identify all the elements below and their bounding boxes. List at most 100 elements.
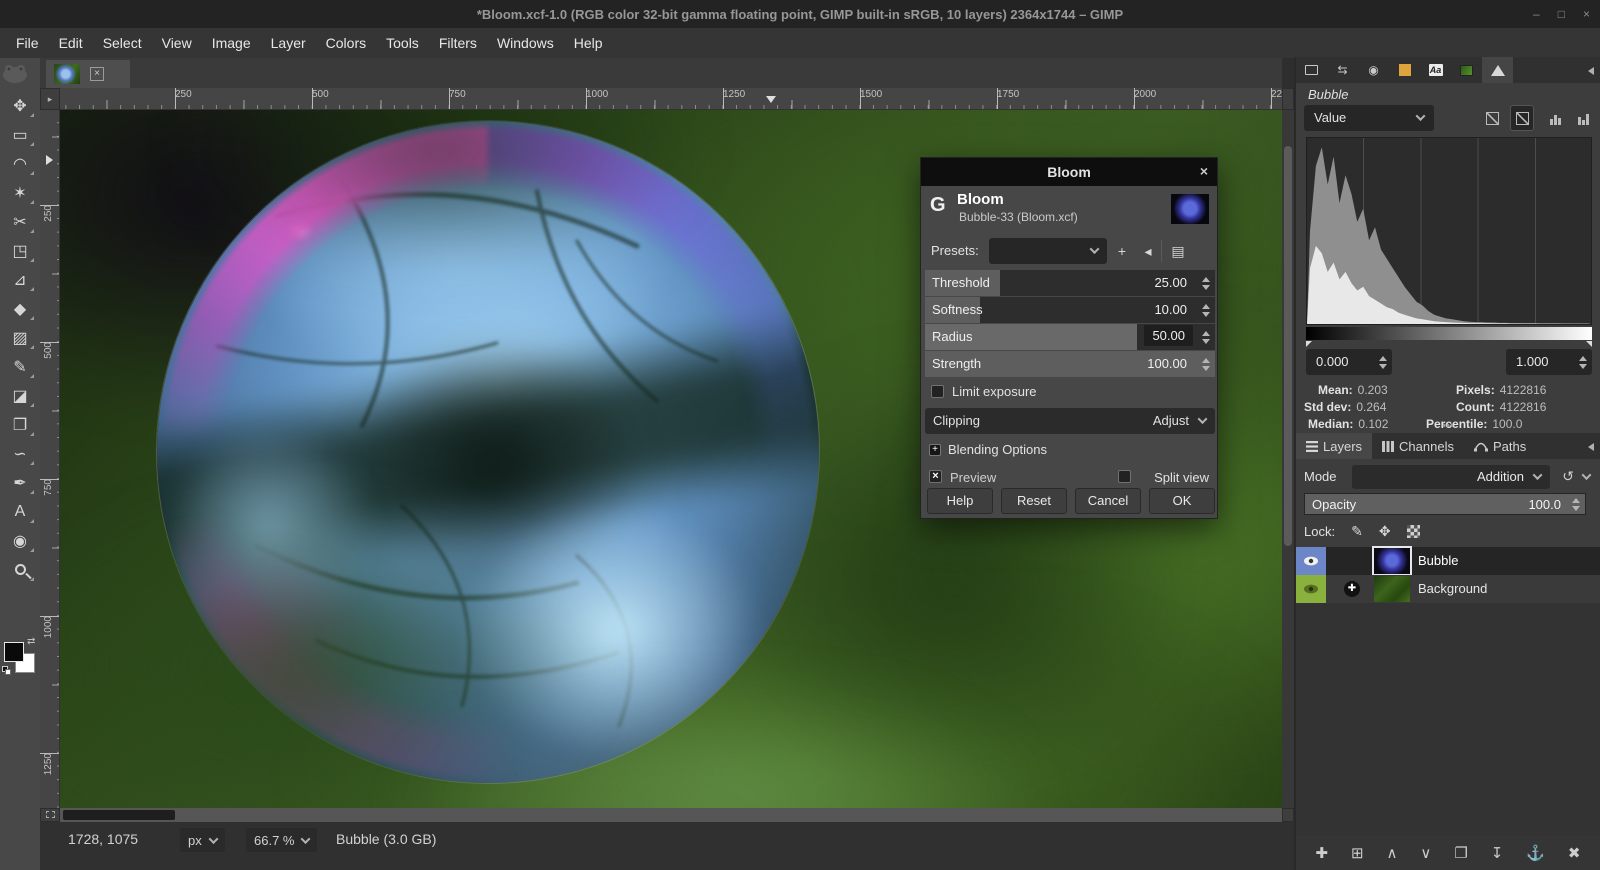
tool-gradient[interactable]: ▨ [4,323,36,352]
navigation-corner-button[interactable] [1282,808,1294,822]
lock-alpha-icon[interactable] [1407,525,1420,538]
tool-handle-transform[interactable]: ⊿ [4,265,36,294]
threshold-slider[interactable]: Threshold 25.00 [925,270,1215,296]
tool-free-select[interactable]: ◠ [4,149,36,178]
menu-help[interactable]: Help [564,31,613,55]
dialog-close-icon[interactable]: × [1200,163,1208,179]
ruler-origin-button[interactable]: ▸ [40,88,60,110]
new-group-icon[interactable]: ⊞ [1351,844,1364,862]
menu-windows[interactable]: Windows [487,31,564,55]
tab-pointer[interactable]: ◉ [1358,57,1389,83]
add-preset-icon[interactable]: + [1111,240,1133,262]
dialog-titlebar[interactable]: Bloom × [921,158,1217,186]
histogram-style-button[interactable] [1544,105,1568,131]
spinner[interactable] [1569,494,1582,514]
image-tab[interactable]: × [46,60,130,88]
hscroll-thumb[interactable] [63,810,175,820]
menu-edit[interactable]: Edit [49,31,93,55]
maximize-button[interactable]: □ [1558,7,1565,21]
dock-menu-icon[interactable] [1588,67,1594,75]
layer-thumbnail[interactable] [1374,576,1410,602]
vertical-scrollbar[interactable] [1282,110,1294,808]
dock-menu-icon[interactable] [1588,443,1594,451]
new-layer-icon[interactable]: ✚ [1315,844,1328,862]
layer-row-background[interactable]: ✚ Background [1296,575,1600,603]
spinner[interactable] [1199,270,1212,296]
spinner[interactable] [1199,351,1212,377]
tool-move[interactable]: ✥ [4,91,36,120]
menu-filters[interactable]: Filters [429,31,487,55]
menu-colors[interactable]: Colors [316,31,376,55]
histogram-style-button2[interactable] [1572,105,1596,131]
image-tab-close-icon[interactable]: × [90,67,104,81]
tool-zoom[interactable] [4,555,36,584]
limit-exposure-checkbox[interactable] [931,385,944,398]
tool-rectangle-select[interactable]: ▭ [4,120,36,149]
tool-eraser[interactable]: ◪ [4,381,36,410]
spinner[interactable] [1376,349,1389,375]
dock-resize-handle[interactable]: ••• [1296,423,1600,433]
spinner[interactable] [1199,324,1212,350]
minimize-button[interactable]: – [1533,7,1540,21]
channel-dropdown[interactable]: Value [1304,105,1434,131]
tab-layers[interactable]: Layers [1296,433,1372,459]
tab-device-status[interactable]: ⇆ [1327,57,1358,83]
ok-button[interactable]: OK [1149,488,1215,514]
spinner[interactable] [1199,297,1212,323]
tool-clone[interactable]: ❐ [4,410,36,439]
raise-layer-icon[interactable]: ∧ [1387,844,1398,862]
menu-layer[interactable]: Layer [261,31,316,55]
cancel-button[interactable]: Cancel [1075,488,1141,514]
tool-bucket-fill[interactable]: ◆ [4,294,36,323]
clipping-dropdown[interactable]: Clipping Adjust [925,408,1215,434]
horizontal-scrollbar[interactable] [60,808,1282,822]
opacity-slider[interactable]: Opacity 100.0 [1304,493,1586,515]
visibility-toggle[interactable] [1296,575,1326,603]
lock-position-icon[interactable]: ✥ [1379,523,1391,540]
tool-fuzzy-select[interactable]: ✶ [4,178,36,207]
tool-text[interactable]: A [4,497,36,526]
split-view-checkbox[interactable] [1118,470,1131,483]
presets-dropdown[interactable] [989,238,1107,264]
preview-checkbox[interactable]: × [929,470,942,483]
menu-view[interactable]: View [152,31,202,55]
log-histogram-button[interactable] [1510,105,1534,131]
expander-icon[interactable]: + [929,444,941,456]
radius-slider[interactable]: Radius 50.00 [925,324,1215,350]
duplicate-layer-icon[interactable]: ❐ [1454,844,1467,862]
tool-color-picker[interactable]: ◉ [4,526,36,555]
swap-colors-icon[interactable]: ⇄ [27,636,35,647]
layer-mode-dropdown[interactable]: Addition [1352,465,1550,489]
reset-mode-icon[interactable]: ↺ [1562,468,1574,485]
delete-layer-icon[interactable]: ✖ [1568,844,1581,862]
tool-crop[interactable]: ✂ [4,207,36,236]
unit-dropdown[interactable]: px [180,828,225,852]
merge-down-icon[interactable]: ↧ [1491,844,1504,862]
menu-tools[interactable]: Tools [376,31,429,55]
layer-thumbnail[interactable] [1374,548,1410,574]
tab-palette[interactable] [1389,57,1420,83]
softness-slider[interactable]: Softness 10.00 [925,297,1215,323]
range-low-spinbox[interactable]: 0.000 [1306,349,1392,375]
spinner[interactable] [1576,349,1589,375]
zoom-fit-corner-button[interactable] [1282,88,1294,110]
tab-histogram[interactable] [1482,57,1513,83]
tool-smudge[interactable]: ∽ [4,439,36,468]
lock-pixels-icon[interactable]: ✎ [1351,523,1363,540]
menu-select[interactable]: Select [93,31,152,55]
import-preset-icon[interactable]: ◂ [1137,240,1159,262]
blending-options-expander[interactable]: + Blending Options [929,442,1047,457]
vscroll-thumb[interactable] [1284,146,1292,546]
close-button[interactable]: × [1583,7,1590,21]
visibility-toggle[interactable] [1296,547,1326,575]
tool-paths[interactable]: ✒ [4,468,36,497]
lower-layer-icon[interactable]: ∨ [1420,844,1431,862]
menu-image[interactable]: Image [202,31,261,55]
layer-row-bubble[interactable]: Bubble [1296,547,1600,575]
menu-file[interactable]: File [6,31,49,55]
tab-paths[interactable]: Paths [1464,433,1536,459]
tab-channels[interactable]: Channels [1372,433,1464,459]
default-colors-icon[interactable] [2,666,11,675]
anchor-layer-icon[interactable]: ⚓ [1526,844,1545,862]
quick-mask-toggle[interactable] [40,808,60,822]
